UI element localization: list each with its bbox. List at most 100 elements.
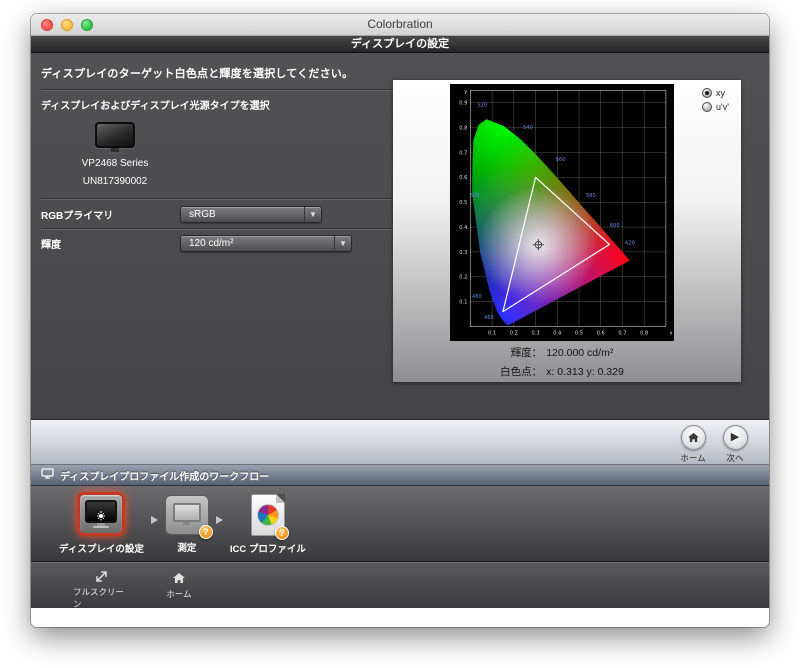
luminance-readout-label: 輝度： — [510, 347, 543, 359]
navigation-bar: ホーム ▶ 次へ — [31, 420, 769, 465]
traffic-lights — [41, 19, 93, 31]
svg-text:620: 620 — [625, 240, 635, 246]
svg-text:0.4: 0.4 — [459, 225, 467, 231]
divider — [41, 198, 393, 200]
svg-text:0.1: 0.1 — [488, 331, 496, 337]
display-name: VP2468 Series — [81, 158, 149, 169]
radio-xy[interactable]: xy — [702, 88, 729, 98]
svg-text:0.5: 0.5 — [459, 200, 467, 206]
app-window: Colorbration ディスプレイの設定 ディスプレイのターゲット白色点と輝… — [31, 14, 769, 627]
chart-column: 0.1 0.2 0.3 0.4 0.5 0.6 0.7 0.8 0.1 0.2 0.3 0.4 0.5 0… — [450, 84, 674, 379]
svg-text:0.1: 0.1 — [459, 300, 467, 306]
toolbar-home-button[interactable]: ホーム — [151, 569, 207, 608]
svg-text:0.5: 0.5 — [575, 331, 583, 337]
radio-uv[interactable]: u'v' — [702, 102, 729, 112]
diagram-mode-radios: xy u'v' — [702, 88, 729, 116]
svg-text:0.6: 0.6 — [597, 331, 605, 337]
workflow-title: ディスプレイプロファイル作成のワークフロー — [60, 471, 270, 483]
rgb-primary-select[interactable]: sRGB ▼ — [180, 206, 322, 223]
radio-xy-circle — [702, 88, 713, 98]
workflow-step-icc-profile: ? ICC プロファイル — [230, 492, 306, 555]
step-label-measurement: 測定 — [177, 543, 197, 554]
workflow-monitor-icon — [41, 468, 54, 482]
home-button[interactable]: ホーム — [671, 425, 715, 464]
step-label-icc-profile: ICC プロファイル — [229, 544, 306, 555]
rgb-primary-value: sRGB — [189, 209, 216, 220]
close-button[interactable] — [41, 19, 53, 31]
instruction-text: ディスプレイのターゲット白色点と輝度を選択してください。 — [41, 68, 354, 80]
step-header: ディスプレイの設定 — [31, 36, 769, 53]
pending-badge: ? — [198, 525, 213, 539]
step-arrow-icon — [215, 516, 223, 524]
rgb-primary-label: RGBプライマリ — [41, 211, 114, 222]
svg-text:y: y — [464, 89, 467, 95]
white-point-readout-value: x: 0.313 y: 0.329 — [546, 366, 624, 378]
measurement-step-icon[interactable]: ? — [164, 495, 213, 539]
svg-text:0.3: 0.3 — [459, 250, 467, 256]
page-fold — [275, 494, 285, 503]
display-device[interactable]: VP2468 Series UN817390002 — [41, 122, 189, 190]
step-arrow-icon — [150, 516, 158, 524]
svg-text:600: 600 — [610, 223, 620, 229]
luminance-label: 輝度 — [41, 240, 61, 251]
bottom-toolbar: フルスクリーン ホーム — [31, 562, 769, 609]
svg-text:0.9: 0.9 — [459, 101, 467, 107]
next-icon: ▶ — [722, 425, 748, 450]
home-icon — [172, 569, 186, 586]
svg-text:x: x — [669, 331, 672, 337]
svg-text:0.8: 0.8 — [640, 331, 648, 337]
source-type-label: ディスプレイおよびディスプレイ光源タイプを選択 — [41, 101, 270, 112]
chevron-down-icon: ▼ — [334, 236, 351, 251]
luminance-value: 120 cd/m² — [189, 238, 234, 249]
chromaticity-panel: xy u'v' 0.1 0.2 0.3 0.4 0.5 0.6 0.7 0.8 … — [393, 80, 741, 382]
chevron-down-icon: ▼ — [304, 207, 321, 222]
fullscreen-icon — [94, 569, 109, 584]
svg-text:0.8: 0.8 — [459, 125, 467, 131]
svg-text:0.4: 0.4 — [553, 331, 561, 337]
svg-text:0.2: 0.2 — [510, 331, 518, 337]
fullscreen-button[interactable]: フルスクリーン — [73, 569, 129, 609]
radio-uv-label: u'v' — [716, 102, 729, 112]
zoom-button[interactable] — [81, 19, 93, 31]
home-button-label: ホーム — [680, 453, 706, 463]
icc-profile-step-icon[interactable]: ? — [250, 494, 289, 540]
svg-text:480: 480 — [472, 294, 482, 300]
divider — [41, 89, 393, 91]
workflow-step-measurement: ? 測定 — [164, 492, 213, 554]
titlebar: Colorbration — [31, 14, 769, 36]
luminance-beam-icon — [97, 511, 106, 521]
monitor-glyph — [172, 503, 201, 522]
svg-text:0.2: 0.2 — [459, 275, 467, 281]
radio-xy-label: xy — [716, 88, 726, 98]
luminance-readout-value: 120.000 cd/m² — [546, 347, 614, 359]
workflow-header: ディスプレイプロファイル作成のワークフロー — [31, 465, 769, 486]
monitor-glyph — [85, 500, 118, 523]
monitor-icon — [41, 122, 189, 154]
minimize-button[interactable] — [61, 19, 73, 31]
luminance-select[interactable]: 120 cd/m² ▼ — [180, 235, 352, 252]
cie-chromaticity-diagram: 0.1 0.2 0.3 0.4 0.5 0.6 0.7 0.8 0.1 0.2 0.3 0.4 0.5 0… — [450, 84, 674, 341]
window-title: Colorbration — [367, 17, 433, 31]
step-label-display-settings: ディスプレイの設定 — [59, 544, 144, 555]
white-point-readout: 白色点： x: 0.313 y: 0.329 — [450, 364, 674, 379]
svg-text:560: 560 — [556, 157, 566, 163]
svg-text:0.7: 0.7 — [618, 331, 626, 337]
divider — [41, 228, 393, 230]
workflow-steps: ディスプレイの設定 ? 測定 ? ICC プロファイル — [31, 486, 769, 562]
home-icon — [680, 425, 706, 450]
next-button[interactable]: ▶ 次へ — [713, 425, 757, 464]
svg-text:0.3: 0.3 — [531, 331, 539, 337]
display-settings-step-icon[interactable] — [77, 492, 126, 536]
next-button-label: 次へ — [726, 453, 744, 463]
pending-badge: ? — [274, 526, 289, 540]
svg-text:500: 500 — [470, 193, 480, 199]
luminance-readout: 輝度： 120.000 cd/m² — [450, 345, 674, 360]
step-header-title: ディスプレイの設定 — [350, 38, 450, 50]
luminance-row: 輝度 120 cd/m² ▼ — [41, 235, 393, 252]
toolbar-home-label: ホーム — [166, 589, 192, 599]
fullscreen-label: フルスクリーン — [73, 587, 125, 609]
svg-text:460: 460 — [484, 315, 494, 321]
display-serial: UN817390002 — [82, 176, 148, 187]
svg-text:0.7: 0.7 — [459, 150, 467, 156]
radio-uv-circle — [702, 102, 713, 112]
